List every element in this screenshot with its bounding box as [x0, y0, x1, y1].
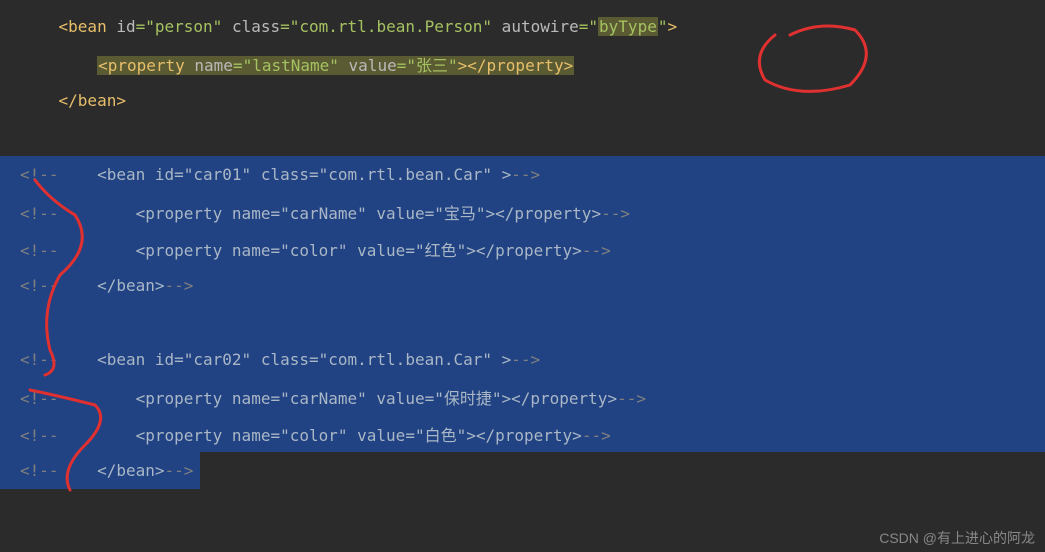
comment-content: <property name="carName" value="保时捷"></p… [59, 389, 618, 408]
code-line[interactable]: <!-- <bean id="car02" class="com.rtl.bea… [0, 341, 1045, 378]
equals: = [136, 17, 146, 36]
attr-name: autowire [492, 17, 579, 36]
code-line[interactable] [0, 304, 1045, 341]
xml-tag: <property [98, 56, 185, 75]
comment-content: </bean> [59, 461, 165, 480]
code-line[interactable]: </bean> [0, 82, 1045, 119]
code-line[interactable]: <!-- <property name="color" value="红色"><… [0, 230, 1045, 267]
comment-marker: <!-- [20, 426, 59, 445]
comment-content: <bean id="car02" class="com.rtl.bean.Car… [59, 350, 512, 369]
xml-tag: <bean [59, 17, 107, 36]
attr-value: "张三" [406, 56, 457, 75]
highlighted-text: byType [598, 17, 658, 36]
comment-content: <property name="color" value="红色"></prop… [59, 241, 582, 260]
equals: = [233, 56, 243, 75]
comment-marker: --> [511, 350, 540, 369]
xml-tag: > [667, 17, 677, 36]
comment-marker: --> [601, 204, 630, 223]
xml-tag: > [458, 56, 468, 75]
comment-marker: <!-- [20, 461, 59, 480]
attr-value: "person" [145, 17, 222, 36]
comment-marker: --> [617, 389, 646, 408]
attr-value: " [588, 17, 598, 36]
comment-marker: <!-- [20, 389, 59, 408]
code-line[interactable]: <!-- <property name="color" value="白色"><… [0, 415, 1045, 452]
xml-tag: </bean> [59, 91, 126, 110]
comment-marker: <!-- [20, 241, 59, 260]
attr-value: "com.rtl.bean.Person" [290, 17, 492, 36]
comment-marker: --> [165, 276, 194, 295]
comment-content: <property name="color" value="白色"></prop… [59, 426, 582, 445]
code-line[interactable]: <!-- <property name="carName" value="宝马"… [0, 193, 1045, 230]
code-editor[interactable]: <bean id="person" class="com.rtl.bean.Pe… [0, 0, 1045, 497]
code-line[interactable]: <!-- <bean id="car01" class="com.rtl.bea… [0, 156, 1045, 193]
attr-name: class [222, 17, 280, 36]
comment-marker: --> [582, 426, 611, 445]
attr-name: name [185, 56, 233, 75]
comment-marker: <!-- [20, 165, 59, 184]
comment-marker: --> [511, 165, 540, 184]
blank-line [0, 119, 1045, 156]
attr-value: "lastName" [243, 56, 339, 75]
watermark: CSDN @有上进心的阿龙 [879, 528, 1035, 548]
comment-content: </bean> [59, 276, 165, 295]
code-line[interactable]: <!-- <property name="carName" value="保时捷… [0, 378, 1045, 415]
xml-tag: </property> [467, 56, 573, 75]
comment-content: <bean id="car01" class="com.rtl.bean.Car… [59, 165, 512, 184]
comment-marker: <!-- [20, 350, 59, 369]
code-line[interactable]: <!-- </bean>--> [0, 267, 1045, 304]
attr-name: value [339, 56, 397, 75]
selection-highlight [0, 304, 1045, 341]
attr-name: id [107, 17, 136, 36]
comment-marker: --> [165, 461, 194, 480]
code-line[interactable]: <bean id="person" class="com.rtl.bean.Pe… [0, 8, 1045, 45]
code-line[interactable]: <property name="lastName" value="张三"></p… [0, 45, 1045, 82]
comment-marker: <!-- [20, 276, 59, 295]
equals: = [579, 17, 589, 36]
equals: = [397, 56, 407, 75]
code-line[interactable]: <!-- </bean>--> [0, 452, 1045, 489]
comment-content: <property name="carName" value="宝马"></pr… [59, 204, 602, 223]
comment-marker: --> [582, 241, 611, 260]
equals: = [280, 17, 290, 36]
comment-marker: <!-- [20, 204, 59, 223]
